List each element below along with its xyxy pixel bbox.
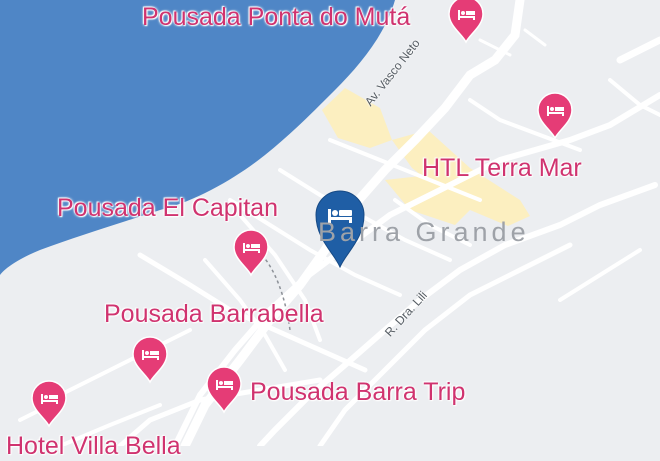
place-label-pousada-barra-trip[interactable]: Pousada Barra Trip [250,378,465,407]
place-label-pousada-barrabella[interactable]: Pousada Barrabella [104,300,324,329]
place-label-pousada-el-capitan[interactable]: Pousada El Capitan [57,194,278,223]
town-label: Barra Grande [318,217,530,247]
place-label-pousada-ponta-do-muta[interactable]: Pousada Ponta do Mutá [142,3,410,32]
place-label-hotel-villa-bella[interactable]: Hotel Villa Bella [6,432,181,461]
place-label-htl-terra-mar[interactable]: HTL Terra Mar [422,154,582,183]
